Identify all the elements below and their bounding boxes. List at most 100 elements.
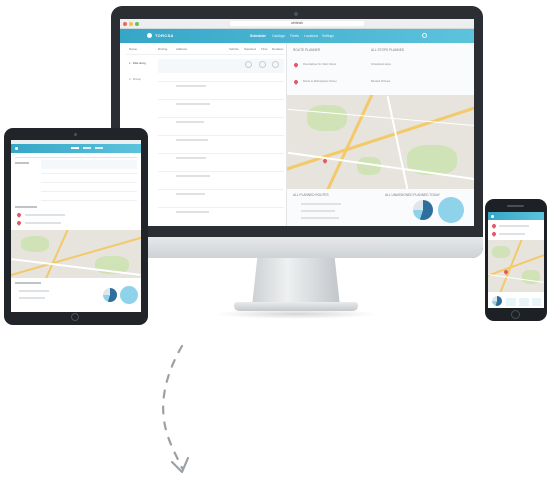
col-header-time[interactable]: Time — [261, 47, 268, 51]
table-row[interactable] — [15, 162, 29, 164]
col-header-duration[interactable]: Duration — [272, 47, 283, 51]
monitor-stand-foot — [234, 302, 358, 311]
address-bar[interactable]: whitelab — [230, 21, 364, 26]
summary-title-right: ALL UNASSIGNED PLANNED TODAY — [385, 193, 440, 197]
phone-route-map[interactable] — [488, 240, 544, 292]
table-row-selected[interactable] — [41, 160, 137, 169]
nav-item-locations[interactable]: Locations — [304, 34, 318, 38]
maximize-window-icon[interactable] — [135, 22, 139, 26]
stop-label[interactable]: Roundabout St. Main Street — [303, 63, 336, 66]
col-header-address[interactable]: Address — [176, 47, 187, 51]
address-text — [176, 103, 210, 105]
stop-label[interactable]: Route to Marketplace Street — [303, 80, 336, 83]
monitor-screen: whitelab TORCSA Scheduler Catalogs Fleet… — [120, 19, 474, 226]
divider — [158, 171, 284, 172]
tablet-camera — [74, 133, 77, 136]
map-pin-icon — [16, 220, 22, 226]
tablet-home-button[interactable] — [71, 313, 79, 321]
close-window-icon[interactable] — [123, 22, 127, 26]
stop-label[interactable] — [25, 214, 65, 216]
panel-title: ROUTE PLANNER — [293, 48, 321, 52]
divider — [41, 173, 137, 174]
map-pin-icon — [491, 223, 497, 229]
nav-item-scheduler[interactable]: Scheduler — [250, 34, 266, 38]
col-header-name[interactable]: Name — [129, 47, 137, 51]
tablet-route-map[interactable] — [11, 230, 141, 278]
address-text — [176, 193, 205, 195]
user-avatar-icon[interactable] — [422, 33, 427, 38]
divider — [158, 153, 284, 154]
logo-icon — [147, 33, 152, 38]
panel-title-right: ALL STOPS PLANNED — [371, 48, 405, 52]
nav-item-fleets[interactable] — [95, 147, 103, 149]
panel-title — [15, 206, 37, 208]
nav-item-catalogs[interactable]: Catalogs — [272, 34, 285, 38]
divider — [158, 81, 284, 82]
select-radio[interactable] — [272, 61, 279, 68]
logo-icon — [15, 147, 18, 150]
divider — [158, 189, 284, 190]
divider — [158, 135, 284, 136]
tablet-screen — [11, 140, 141, 312]
divider — [158, 207, 284, 208]
phone-speaker — [507, 205, 524, 207]
phone-home-button[interactable] — [511, 310, 520, 319]
divider — [41, 200, 137, 201]
route-map[interactable] — [287, 95, 474, 189]
summary-line — [301, 217, 339, 219]
nav-item-catalogs[interactable] — [83, 147, 91, 149]
address-text — [176, 175, 210, 177]
address-text — [176, 121, 204, 123]
map-pin-icon — [491, 231, 497, 237]
stop-label[interactable] — [499, 225, 529, 227]
divider — [41, 182, 137, 183]
stop-label-right: Booked Pickups — [371, 80, 391, 83]
stop-label[interactable] — [25, 222, 61, 224]
summary-card — [506, 298, 516, 306]
select-radio[interactable] — [245, 61, 252, 68]
divider — [15, 157, 137, 158]
map-pin-icon — [16, 212, 22, 218]
col-header-selected[interactable]: Selected — [244, 47, 256, 51]
map-pin-icon — [293, 79, 299, 85]
monitor-chin — [111, 237, 483, 258]
monitor-camera — [294, 12, 298, 16]
nav-item-scheduler[interactable] — [71, 147, 79, 149]
table-row[interactable]: 2 · Pickup — [129, 78, 141, 81]
nav-item-settings[interactable]: Settings — [322, 34, 334, 38]
curved-dashed-arrow-down-icon — [162, 344, 190, 474]
map-pin-icon — [293, 62, 299, 68]
divider — [158, 117, 284, 118]
summary-line — [301, 210, 335, 212]
summary-card — [532, 298, 541, 306]
stop-label-right: Scheduled stops — [371, 63, 391, 66]
phone-app-header — [488, 212, 544, 220]
monitor-stand-neck — [252, 258, 340, 306]
divider — [158, 99, 284, 100]
summary-line — [19, 297, 45, 299]
donut-chart — [413, 200, 433, 220]
divider — [126, 54, 284, 55]
app-logo[interactable]: TORCSA — [155, 33, 174, 38]
phone-screen — [488, 212, 544, 308]
table-row[interactable]: 1 · Ride along — [129, 62, 146, 65]
stop-label[interactable] — [499, 233, 525, 235]
address-text — [176, 157, 206, 159]
col-header-driving[interactable]: Driving — [158, 47, 167, 51]
address-text — [176, 211, 209, 213]
route-panel: ROUTE PLANNER ALL STOPS PLANNED Roundabo… — [286, 43, 474, 226]
col-header-vehicle[interactable]: Vehicle — [229, 47, 239, 51]
summary-title — [15, 282, 41, 284]
donut-chart — [492, 296, 502, 306]
summary-line — [19, 290, 49, 292]
summary-bubble — [438, 197, 464, 223]
menu-icon[interactable] — [491, 215, 494, 218]
divider — [41, 191, 137, 192]
minimize-window-icon[interactable] — [129, 22, 133, 26]
summary-line — [301, 203, 341, 205]
select-radio[interactable] — [259, 61, 266, 68]
summary-card — [519, 298, 529, 306]
donut-chart — [103, 288, 117, 302]
nav-item-fleets[interactable]: Fleets — [290, 34, 299, 38]
summary-bubble — [120, 286, 138, 304]
